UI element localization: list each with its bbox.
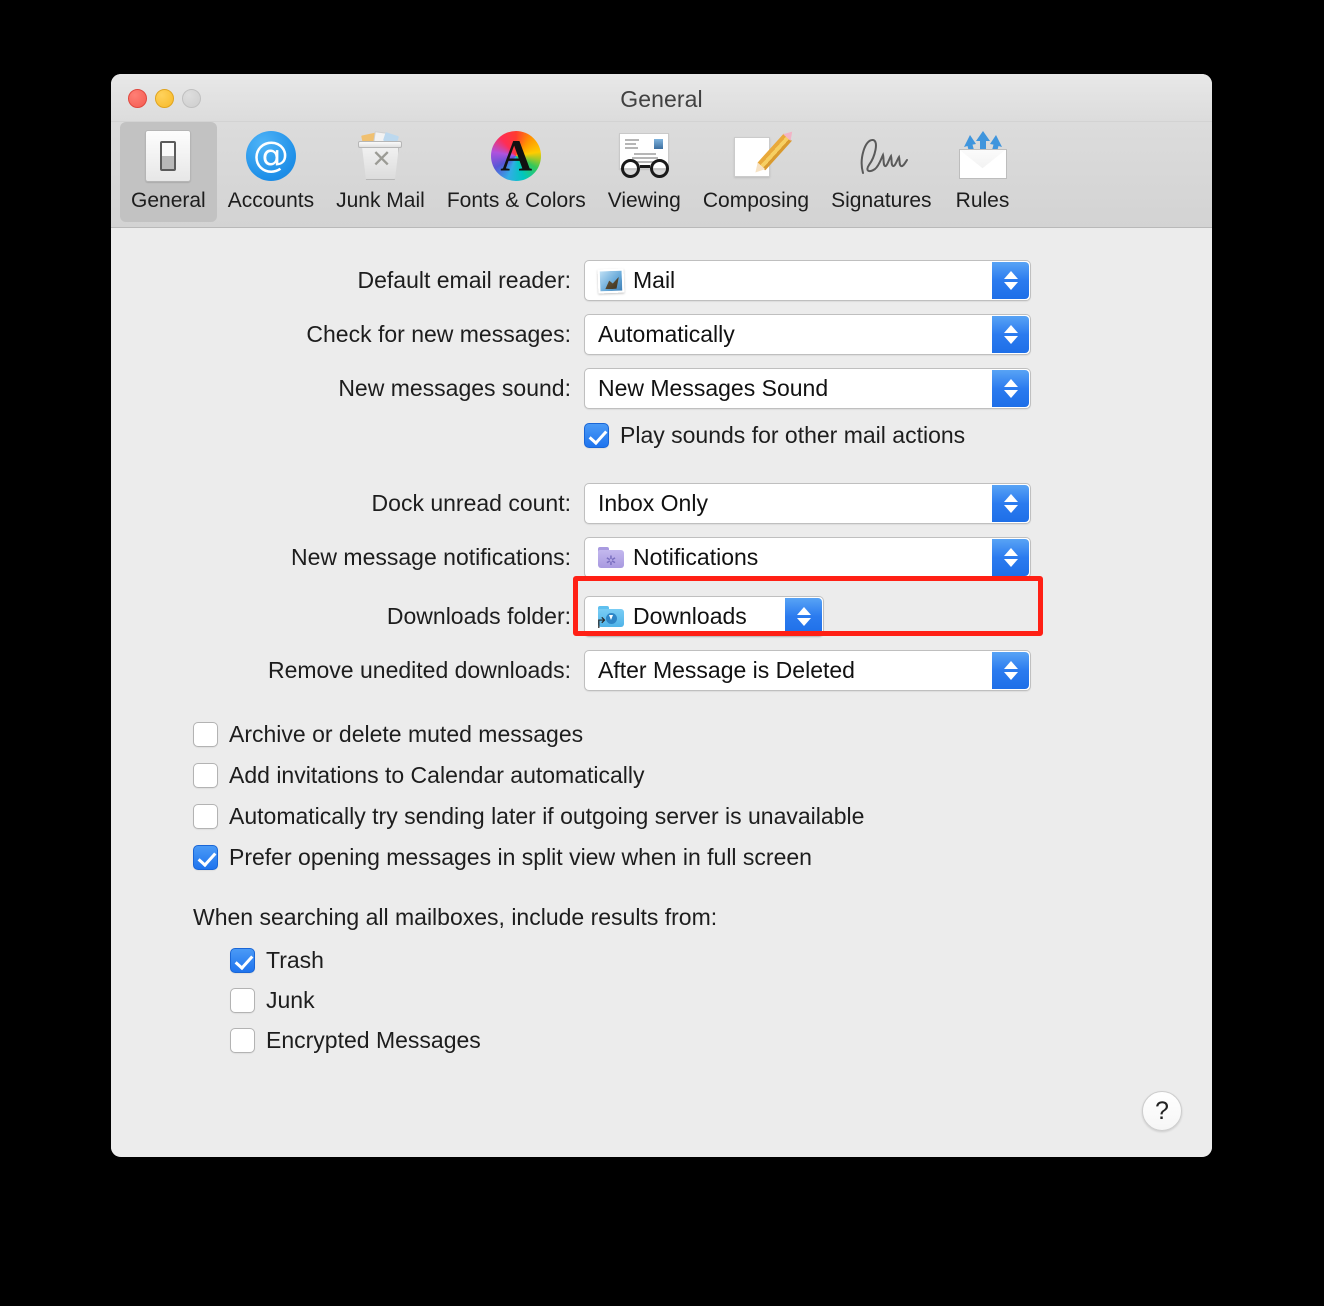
checkbox-try-sending-later[interactable]: Automatically try sending later if outgo… xyxy=(193,803,1212,830)
toolbar-item-accounts[interactable]: @ Accounts xyxy=(217,122,325,219)
checkbox-try-sending-later-box[interactable] xyxy=(193,804,218,829)
value-dock-unread-count: Inbox Only xyxy=(598,490,708,516)
row-play-sounds: Play sounds for other mail actions xyxy=(111,422,1212,449)
toolbar-item-fonts-colors[interactable]: A Fonts & Colors xyxy=(436,122,597,219)
row-check-for-new-messages: Check for new messages: Automatically xyxy=(111,314,1212,355)
label-new-message-notifications: New message notifications: xyxy=(291,544,571,570)
row-default-email-reader: Default email reader: Mail xyxy=(111,260,1212,301)
row-new-message-notifications: New message notifications: ✲ Notificatio… xyxy=(111,537,1212,578)
label-check-for-new-messages: Check for new messages: xyxy=(306,321,571,347)
toolbar-label-rules: Rules xyxy=(955,189,1010,212)
value-new-message-notifications: Notifications xyxy=(633,544,759,570)
stepper-arrows-icon[interactable] xyxy=(992,485,1029,522)
at-sign-icon: @ xyxy=(242,128,300,184)
row-remove-unedited-downloads: Remove unedited downloads: After Message… xyxy=(111,650,1212,691)
envelope-arrows-icon xyxy=(954,128,1012,184)
checkbox-encrypted-messages-label: Encrypted Messages xyxy=(266,1027,481,1053)
stepper-arrows-icon[interactable] xyxy=(992,370,1029,407)
checkbox-archive-muted[interactable]: Archive or delete muted messages xyxy=(193,721,1212,748)
checkbox-archive-muted-label: Archive or delete muted messages xyxy=(229,721,584,747)
checkbox-play-sounds[interactable]: Play sounds for other mail actions xyxy=(584,422,965,449)
toolbar-item-general[interactable]: General xyxy=(120,122,217,222)
checkbox-play-sounds-label: Play sounds for other mail actions xyxy=(620,422,966,448)
popup-new-messages-sound[interactable]: New Messages Sound xyxy=(584,368,1031,409)
search-section-title: When searching all mailboxes, include re… xyxy=(193,904,718,930)
popup-remove-unedited-downloads[interactable]: After Message is Deleted xyxy=(584,650,1031,691)
checkbox-archive-muted-box[interactable] xyxy=(193,722,218,747)
row-dock-unread-count: Dock unread count: Inbox Only xyxy=(111,483,1212,524)
signature-icon xyxy=(852,128,910,184)
mail-app-icon xyxy=(597,268,625,293)
label-downloads-folder: Downloads folder: xyxy=(386,603,571,629)
stepper-arrows-icon[interactable] xyxy=(785,598,822,635)
checkbox-split-view-label: Prefer opening messages in split view wh… xyxy=(229,844,812,870)
row-new-messages-sound: New messages sound: New Messages Sound xyxy=(111,368,1212,409)
checkbox-encrypted-messages-box[interactable] xyxy=(230,1028,255,1053)
checkbox-play-sounds-box[interactable] xyxy=(584,423,609,448)
toolbar-label-fonts-colors: Fonts & Colors xyxy=(446,189,586,212)
checkbox-split-view-box[interactable] xyxy=(193,845,218,870)
preferences-toolbar: General @ Accounts ✕ Junk Mail A Fonts &… xyxy=(111,122,1212,228)
row-downloads-folder: Downloads folder: ↰ Downloads xyxy=(111,596,1212,637)
stepper-arrows-icon[interactable] xyxy=(992,262,1029,299)
checkbox-trash-label: Trash xyxy=(266,947,324,973)
color-wheel-a-icon: A xyxy=(487,128,545,184)
value-check-for-new-messages: Automatically xyxy=(598,321,735,347)
toolbar-item-signatures[interactable]: Signatures xyxy=(820,122,942,219)
checkbox-trash[interactable]: Trash xyxy=(230,947,1212,974)
checkbox-junk[interactable]: Junk xyxy=(230,987,1212,1014)
value-remove-unedited-downloads: After Message is Deleted xyxy=(598,657,855,683)
toolbar-label-accounts: Accounts xyxy=(227,189,315,212)
stepper-arrows-icon[interactable] xyxy=(992,539,1029,576)
checkbox-split-view[interactable]: Prefer opening messages in split view wh… xyxy=(193,844,1212,871)
label-dock-unread-count: Dock unread count: xyxy=(371,490,571,516)
checkbox-junk-label: Junk xyxy=(266,987,315,1013)
popup-downloads-folder[interactable]: ↰ Downloads xyxy=(584,596,824,637)
trash-can-icon: ✕ xyxy=(351,128,409,184)
window-title: General xyxy=(620,86,703,112)
value-default-email-reader: Mail xyxy=(633,267,676,293)
popup-dock-unread-count[interactable]: Inbox Only xyxy=(584,483,1031,524)
checkbox-trash-box[interactable] xyxy=(230,948,255,973)
blue-download-folder-icon: ↰ xyxy=(595,606,624,632)
stepper-arrows-icon[interactable] xyxy=(992,316,1029,353)
checkbox-encrypted-messages[interactable]: Encrypted Messages xyxy=(230,1027,1212,1054)
checkbox-add-invitations[interactable]: Add invitations to Calendar automaticall… xyxy=(193,762,1212,789)
toolbar-item-composing[interactable]: Composing xyxy=(692,122,820,219)
toolbar-item-rules[interactable]: Rules xyxy=(943,122,1023,219)
preferences-window: General General @ Accounts ✕ Junk Mail A… xyxy=(111,74,1212,1157)
value-new-messages-sound: New Messages Sound xyxy=(598,375,829,401)
pencil-page-icon xyxy=(727,128,792,184)
preferences-content: Default email reader: Mail Check for new… xyxy=(111,228,1212,1156)
envelope-glasses-icon xyxy=(615,128,673,184)
label-remove-unedited-downloads: Remove unedited downloads: xyxy=(267,657,571,683)
general-switch-icon xyxy=(139,128,197,184)
toolbar-label-viewing: Viewing xyxy=(607,189,681,212)
toolbar-label-signatures: Signatures xyxy=(831,189,932,212)
toolbar-label-general: General xyxy=(131,189,206,212)
stepper-arrows-icon[interactable] xyxy=(992,652,1029,689)
help-button[interactable]: ? xyxy=(1142,1091,1182,1131)
checkbox-junk-box[interactable] xyxy=(230,988,255,1013)
purple-gear-folder-icon: ✲ xyxy=(598,547,624,568)
popup-default-email-reader[interactable]: Mail xyxy=(584,260,1031,301)
checkbox-add-invitations-label: Add invitations to Calendar automaticall… xyxy=(229,762,645,788)
label-new-messages-sound: New messages sound: xyxy=(338,375,571,401)
popup-check-for-new-messages[interactable]: Automatically xyxy=(584,314,1031,355)
label-default-email-reader: Default email reader: xyxy=(357,267,572,293)
popup-new-message-notifications[interactable]: ✲ Notifications xyxy=(584,537,1031,578)
toolbar-item-junk-mail[interactable]: ✕ Junk Mail xyxy=(325,122,436,219)
window-titlebar: General xyxy=(111,74,1212,122)
value-downloads-folder: Downloads xyxy=(633,603,747,629)
toolbar-label-junk-mail: Junk Mail xyxy=(336,189,425,212)
toolbar-label-composing: Composing xyxy=(702,189,810,212)
checkbox-try-sending-later-label: Automatically try sending later if outgo… xyxy=(229,803,865,829)
toolbar-item-viewing[interactable]: Viewing xyxy=(597,122,692,219)
checkbox-add-invitations-box[interactable] xyxy=(193,763,218,788)
